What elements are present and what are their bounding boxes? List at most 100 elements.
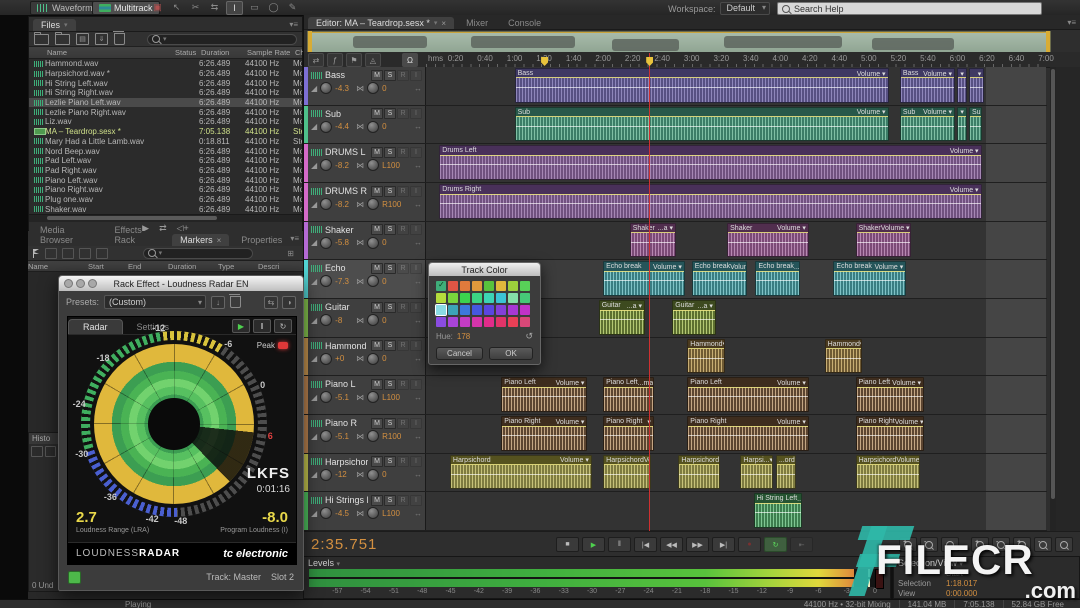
solo-button[interactable]: S <box>384 456 396 467</box>
monitor-input-button[interactable]: I <box>410 418 422 429</box>
color-swatch[interactable] <box>496 293 506 303</box>
clip-volume-label[interactable]: ...e ▾ <box>797 495 801 503</box>
mute-button[interactable]: M <box>371 495 383 506</box>
solo-button[interactable]: S <box>384 224 396 235</box>
color-swatch[interactable] <box>472 317 482 327</box>
clip-indicator[interactable] <box>875 569 884 589</box>
volume-envelope[interactable] <box>688 387 808 388</box>
volume-value[interactable]: +0 <box>335 354 353 363</box>
files-horizontal-scrollbar[interactable] <box>29 214 302 222</box>
volume-envelope[interactable] <box>604 271 684 272</box>
audio-clip[interactable]: ▾ <box>969 68 984 103</box>
color-swatch[interactable] <box>460 293 470 303</box>
markers-settings-icon[interactable]: ⊞ <box>287 249 294 258</box>
volume-knob[interactable] <box>320 391 332 403</box>
color-swatch[interactable] <box>484 317 494 327</box>
track-lane-drums-r[interactable]: Drums RightVolume ▾ <box>426 183 1046 222</box>
clip-volume-label[interactable]: ...a ▾ <box>658 224 673 232</box>
monitor-input-button[interactable]: I <box>410 186 422 197</box>
hybrid-tool[interactable]: ▣ <box>150 1 165 13</box>
volume-envelope[interactable] <box>516 116 888 117</box>
volume-knob[interactable] <box>320 469 332 481</box>
volume-envelope[interactable] <box>631 232 675 233</box>
track-header-piano-r[interactable]: Piano RMSRI◢-5.1⋈R100↔ <box>304 415 426 453</box>
color-swatch[interactable] <box>448 293 458 303</box>
volume-value[interactable]: -7.3 <box>335 277 353 286</box>
file-row[interactable]: Pad Left.wav6:26.48944100 HzMono <box>29 156 302 166</box>
volume-knob[interactable] <box>320 82 332 94</box>
file-row[interactable]: Pad Right.wav6:26.48944100 HzMono <box>29 166 302 176</box>
arm-record-button[interactable]: R <box>397 224 409 235</box>
clip-volume-label[interactable]: ...ma ▾ <box>638 379 653 387</box>
plugin-power-icon[interactable]: ◑ <box>282 296 296 309</box>
zoom-in-vertical-button[interactable]: + <box>1013 537 1031 552</box>
plugin-window-titlebar[interactable]: Rack Effect - Loudness Radar EN <box>59 276 303 291</box>
color-swatch[interactable] <box>448 281 458 291</box>
insert-into-playlist-icon[interactable] <box>79 248 91 259</box>
color-swatch[interactable] <box>496 281 506 291</box>
track-lane-sub[interactable]: SubVolume ▾SubVolume ▾▾Sub▾ <box>426 106 1046 145</box>
pan-value[interactable]: 0 <box>382 470 400 479</box>
track-lane-bass[interactable]: BassVolume ▾BassVolume ▾▾▾ <box>426 67 1046 106</box>
selection-start-value[interactable]: 1:18.017 <box>946 579 998 589</box>
file-row[interactable]: Hi String Left.wav6:26.48944100 HzMono <box>29 78 302 88</box>
close-icon[interactable]: × <box>217 236 222 245</box>
new-item-icon[interactable]: ▤ <box>76 33 89 45</box>
audio-clip[interactable]: Guitar...a ▾ <box>672 300 716 335</box>
move-tool[interactable]: ↖ <box>169 1 184 13</box>
file-row[interactable]: Piano Right.wav6:26.48944100 HzMono <box>29 185 302 195</box>
import-file-icon[interactable] <box>55 34 70 45</box>
volume-value[interactable]: -5.1 <box>335 432 353 441</box>
pan-value[interactable]: 0 <box>382 316 400 325</box>
clip-volume-label[interactable]: Volume ▾ <box>950 147 979 155</box>
color-swatch[interactable] <box>496 317 506 327</box>
file-row[interactable]: Lezlie Piano Right.wav6:26.48944100 HzMo… <box>29 107 302 117</box>
time-selection-tool[interactable]: I <box>226 1 243 15</box>
track-color-dialog[interactable]: Track Color Hue: 178 ↺ Cancel OK <box>428 262 541 365</box>
preset-dropdown[interactable]: (Custom) <box>104 295 206 309</box>
volume-envelope[interactable] <box>901 116 954 117</box>
playhead[interactable] <box>649 53 650 531</box>
mute-button[interactable]: M <box>371 147 383 158</box>
audio-clip[interactable]: Shaker...a ▾ <box>630 223 676 258</box>
color-swatch[interactable] <box>460 317 470 327</box>
forward-button[interactable]: ▶▶ <box>686 537 709 552</box>
color-swatch[interactable] <box>448 317 458 327</box>
volume-envelope[interactable] <box>970 116 982 117</box>
volume-value[interactable]: -5.8 <box>335 238 353 247</box>
ok-button[interactable]: OK <box>489 347 533 360</box>
mute-button[interactable]: M <box>371 108 383 119</box>
hue-value[interactable]: 178 <box>457 332 470 341</box>
audio-clip[interactable]: Drums RightVolume ▾ <box>439 184 981 219</box>
pan-value[interactable]: L100 <box>382 509 400 518</box>
zoom-out-button[interactable]: - <box>920 537 938 552</box>
clip-volume-label[interactable]: Volume ▾ <box>857 108 886 116</box>
volume-value[interactable]: -8.2 <box>335 161 353 170</box>
pan-value[interactable]: R100 <box>382 200 401 209</box>
monitor-input-button[interactable]: I <box>410 70 422 81</box>
arm-record-button[interactable]: R <box>397 456 409 467</box>
color-swatch[interactable] <box>436 317 446 327</box>
zoom-in-button[interactable]: + <box>899 537 917 552</box>
clip-volume-label[interactable]: Volume ▾ <box>896 456 918 464</box>
clip-volume-label[interactable]: ▾ <box>860 340 861 348</box>
color-swatch[interactable] <box>520 293 530 303</box>
tab-mixer[interactable]: Mixer <box>458 17 496 29</box>
col-marker-end[interactable]: End <box>128 262 168 271</box>
close-icon[interactable]: × <box>441 19 446 28</box>
solo-button[interactable]: S <box>384 147 396 158</box>
zoom-out-vertical-button[interactable]: - <box>1034 537 1052 552</box>
cancel-button[interactable]: Cancel <box>436 347 483 360</box>
clip-volume-label[interactable]: Volume ▾ <box>556 379 585 387</box>
col-marker-duration[interactable]: Duration <box>168 262 218 271</box>
volume-envelope[interactable] <box>604 464 650 465</box>
razor-tool[interactable]: ✂ <box>188 1 203 13</box>
insert-into-multitrack-icon[interactable]: ⇓ <box>95 33 108 45</box>
navigator-left-handle[interactable] <box>308 31 312 52</box>
scrollbar-thumb[interactable] <box>47 216 217 220</box>
volume-knob[interactable] <box>320 121 332 133</box>
file-row[interactable]: Shaker.wav6:26.48944100 HzMono <box>29 204 302 214</box>
pan-value[interactable]: R100 <box>382 432 401 441</box>
tab-selection-view[interactable]: Selection/View ▾ <box>898 558 963 568</box>
pan-knob[interactable] <box>367 507 379 519</box>
